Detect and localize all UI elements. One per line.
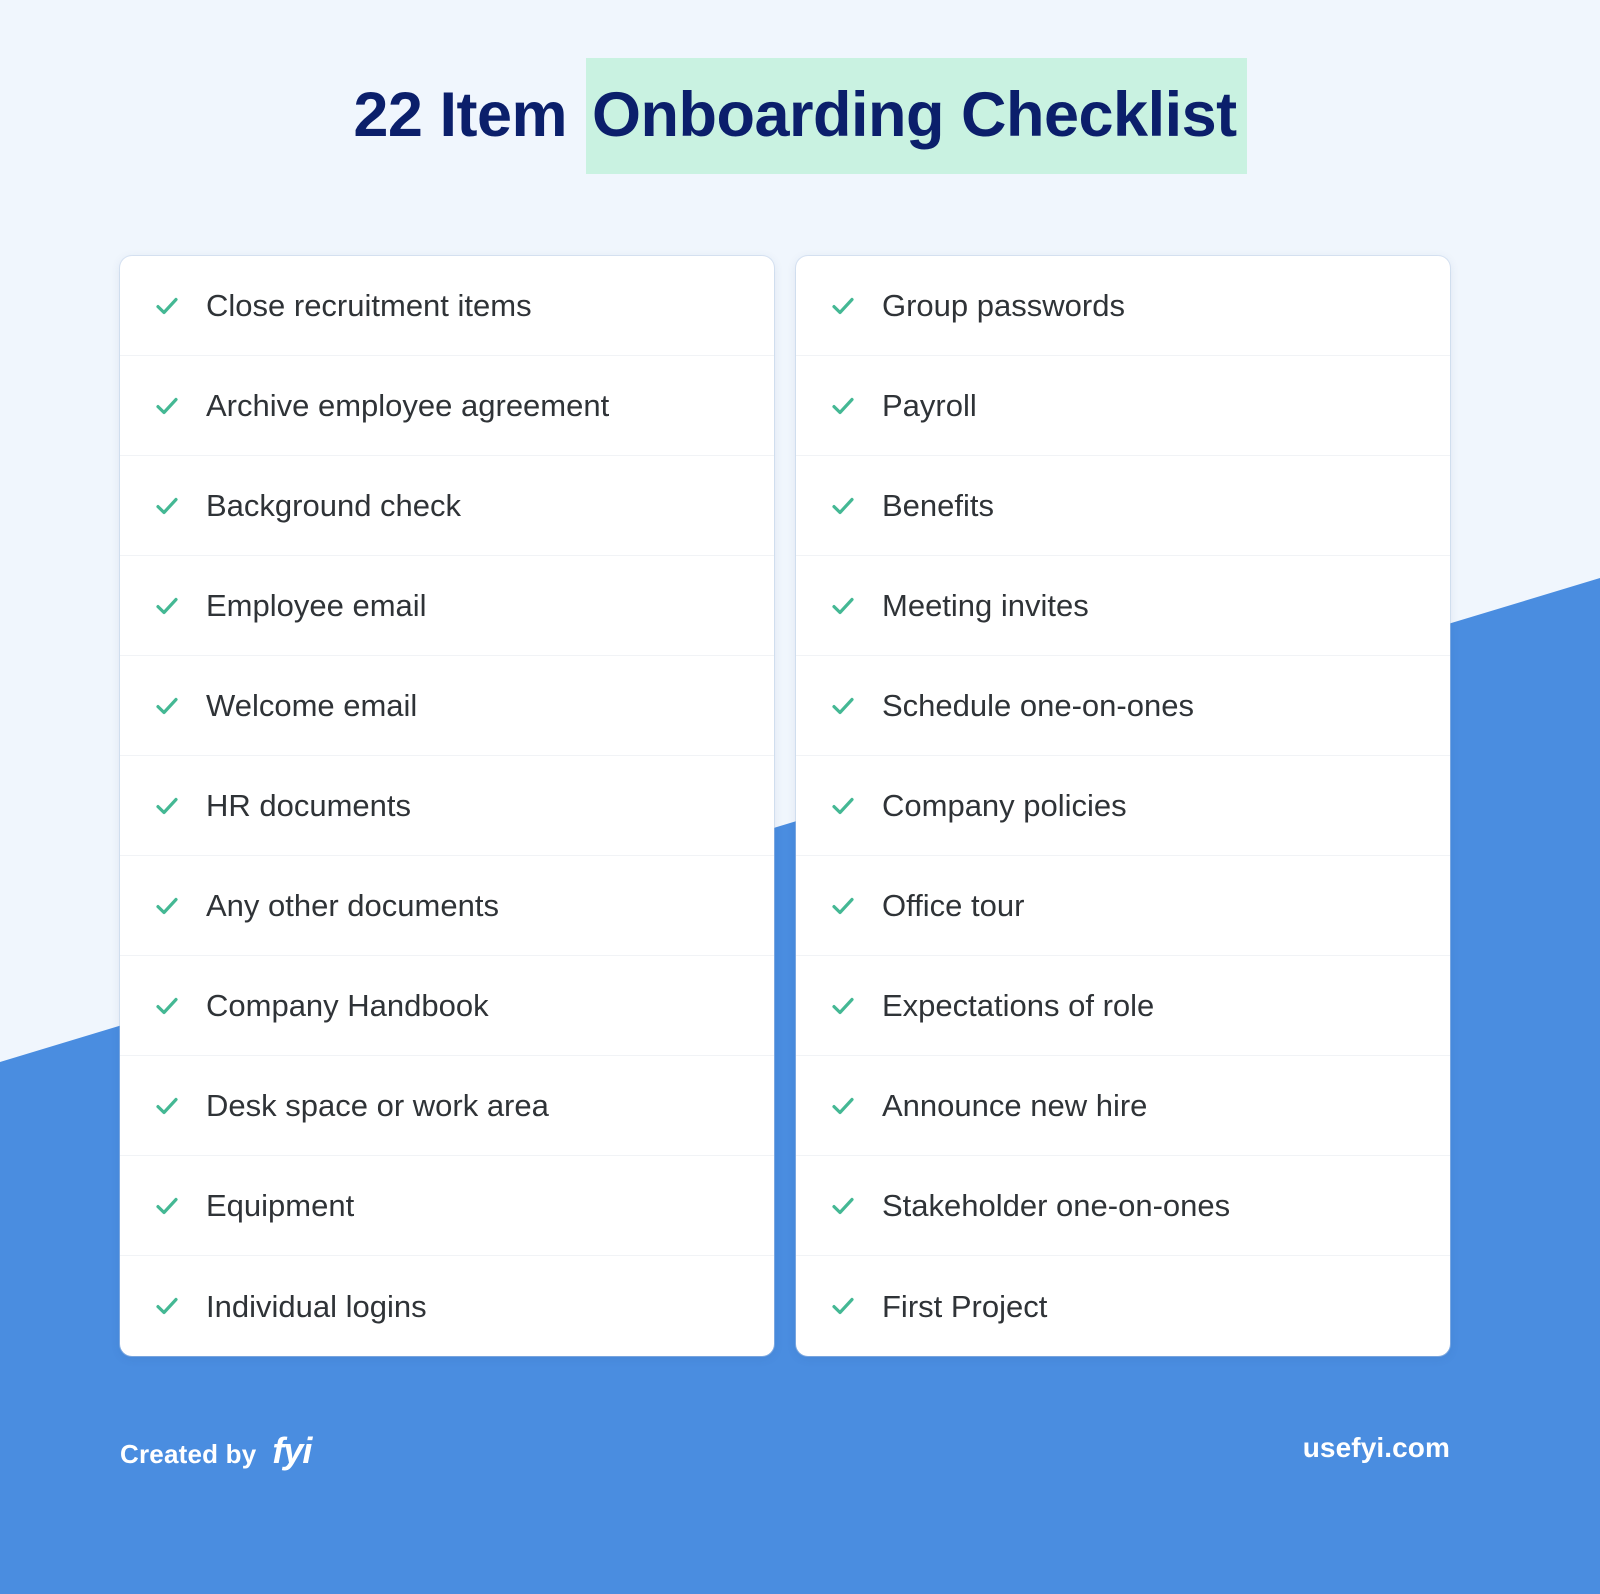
checklist-item[interactable]: Any other documents [120, 856, 774, 956]
checklist-item[interactable]: Payroll [796, 356, 1450, 456]
checklist-item[interactable]: Close recruitment items [120, 256, 774, 356]
check-icon [154, 1193, 180, 1219]
checklist-item[interactable]: Announce new hire [796, 1056, 1450, 1156]
checklist-item-label: Close recruitment items [206, 288, 532, 323]
checklist-item[interactable]: Background check [120, 456, 774, 556]
checklist-item[interactable]: Company policies [796, 756, 1450, 856]
checklist-item[interactable]: Office tour [796, 856, 1450, 956]
checklist-item-label: Individual logins [206, 1288, 427, 1324]
fyi-logo: fyi [272, 1430, 312, 1471]
checklist-item-label: Group passwords [882, 288, 1125, 323]
checklist-item-label: Welcome email [206, 688, 418, 723]
checklist-item[interactable]: Meeting invites [796, 556, 1450, 656]
checklist-item-label: Benefits [882, 488, 995, 523]
check-icon [154, 393, 180, 419]
check-icon [830, 593, 856, 619]
checklist-item[interactable]: Employee email [120, 556, 774, 656]
checklist-item-label: Stakeholder one-on-ones [882, 1188, 1231, 1223]
checklist-item-label: Company Handbook [206, 988, 489, 1023]
check-icon [830, 1193, 856, 1219]
page-title: 22 Item Onboarding Checklist [0, 0, 1600, 230]
check-icon [154, 1093, 180, 1119]
check-icon [830, 793, 856, 819]
checklist-item-label: Desk space or work area [206, 1088, 549, 1123]
checklist-item[interactable]: Welcome email [120, 656, 774, 756]
checklist-item-label: First Project [882, 1288, 1048, 1324]
checklist-item-label: Archive employee agreement [206, 388, 610, 423]
page-title-highlight: Onboarding Checklist [586, 57, 1247, 174]
checklist-item[interactable]: Group passwords [796, 256, 1450, 356]
checklist-item[interactable]: Expectations of role [796, 956, 1450, 1056]
checklist-item-label: Payroll [882, 388, 977, 423]
checklist-item-label: Any other documents [206, 888, 499, 923]
checklist-item[interactable]: Equipment [120, 1156, 774, 1256]
checklist-item-label: Meeting invites [882, 588, 1089, 623]
checklist-item-label: Announce new hire [882, 1088, 1148, 1123]
checklist-item-label: HR documents [206, 788, 412, 823]
checklist-item[interactable]: Company Handbook [120, 956, 774, 1056]
checklist-item-label: Company policies [882, 788, 1127, 823]
check-icon [154, 993, 180, 1019]
checklist-item[interactable]: HR documents [120, 756, 774, 856]
check-icon [830, 1293, 856, 1319]
created-by-label: Created by [120, 1439, 257, 1469]
check-icon [154, 893, 180, 919]
checklist-item-label: Schedule one-on-ones [882, 688, 1194, 723]
credit-block: Created by fyi [120, 1430, 312, 1472]
footer: Created by fyi usefyi.com [0, 1430, 1600, 1500]
check-icon [154, 693, 180, 719]
check-icon [830, 293, 856, 319]
checklist-item[interactable]: Desk space or work area [120, 1056, 774, 1156]
check-icon [830, 893, 856, 919]
check-icon [830, 1093, 856, 1119]
checklist-item-label: Employee email [206, 588, 427, 623]
page-title-text: 22 Item Onboarding Checklist [353, 57, 1247, 174]
checklist-item[interactable]: First Project [796, 1256, 1450, 1356]
checklist-card-right: Group passwords Payroll Benefits Meeting… [796, 256, 1450, 1356]
checklist-card-left: Close recruitment items Archive employee… [120, 256, 774, 1356]
checklist-item[interactable]: Benefits [796, 456, 1450, 556]
check-icon [830, 493, 856, 519]
check-icon [830, 393, 856, 419]
check-icon [154, 793, 180, 819]
website-link[interactable]: usefyi.com [1303, 1432, 1450, 1464]
checklist-item[interactable]: Stakeholder one-on-ones [796, 1156, 1450, 1256]
check-icon [154, 493, 180, 519]
checklist-item[interactable]: Schedule one-on-ones [796, 656, 1450, 756]
check-icon [154, 593, 180, 619]
checklist-item-label: Equipment [206, 1188, 355, 1223]
check-icon [830, 993, 856, 1019]
checklist-item-label: Office tour [882, 888, 1025, 923]
check-icon [154, 1293, 180, 1319]
checklist-item-label: Expectations of role [882, 988, 1155, 1023]
page-title-prefix: 22 Item [353, 79, 585, 150]
check-icon [830, 693, 856, 719]
check-icon [154, 293, 180, 319]
checklist-container: Close recruitment items Archive employee… [120, 256, 1450, 1356]
checklist-item[interactable]: Individual logins [120, 1256, 774, 1356]
checklist-item[interactable]: Archive employee agreement [120, 356, 774, 456]
checklist-item-label: Background check [206, 488, 462, 523]
